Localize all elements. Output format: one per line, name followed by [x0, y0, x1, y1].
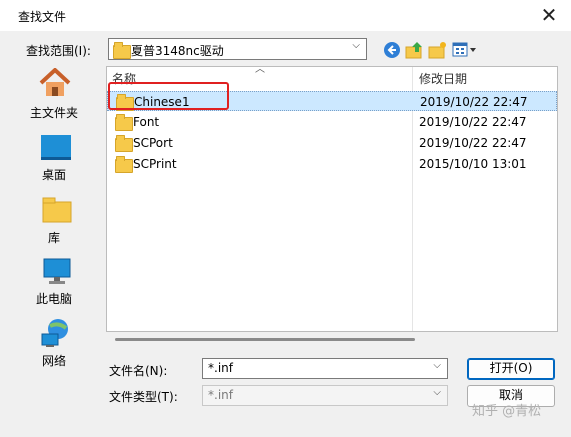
file-row[interactable]: SCPort 2019/10/22 22:47 — [107, 133, 557, 153]
place-computer[interactable]: 此电脑 — [6, 256, 102, 306]
up-folder-icon[interactable] — [405, 40, 423, 59]
title-bar — [0, 0, 571, 31]
find-file-dialog: 查找文件 ✕ 查找范围(I): 夏普3148nc驱动 ⌵ 主文件夹 桌面 库 此… — [0, 0, 571, 437]
folder-icon — [115, 156, 133, 173]
file-modified: 2019/10/22 22:47 — [419, 115, 527, 129]
folder-icon — [115, 114, 133, 131]
place-label: 桌面 — [41, 168, 66, 182]
place-network[interactable]: 网络 — [6, 318, 102, 368]
chevron-down-icon[interactable]: ⌵ — [433, 360, 441, 371]
network-icon — [41, 319, 68, 347]
new-folder-icon[interactable] — [428, 40, 446, 59]
column-header-modified[interactable]: 修改日期 — [419, 70, 467, 87]
lookin-value: 夏普3148nc驱动 — [131, 44, 224, 58]
chevron-down-icon: ⌵ — [433, 387, 441, 398]
place-label: 网络 — [41, 354, 66, 368]
file-name: Font — [133, 115, 160, 129]
scrollbar-thumb[interactable] — [115, 338, 415, 341]
open-button[interactable]: 打开(O) — [467, 358, 555, 380]
place-label: 此电脑 — [35, 292, 72, 306]
places-bar: 主文件夹 桌面 库 此电脑 网络 — [6, 66, 102, 376]
place-home[interactable]: 主文件夹 — [6, 66, 102, 124]
sort-ascending-icon: ︿ — [255, 64, 265, 75]
watermark: 知乎 @青松 — [472, 404, 542, 419]
window-title: 查找文件 — [18, 10, 67, 24]
horizontal-scrollbar[interactable] — [107, 336, 557, 344]
back-icon[interactable] — [383, 41, 401, 59]
folder-icon — [113, 42, 131, 59]
chevron-down-icon: ⌵ — [352, 40, 360, 51]
home-icon — [39, 68, 71, 96]
file-name: SCPort — [133, 136, 173, 150]
computer-icon — [43, 258, 71, 284]
place-label: 主文件夹 — [29, 106, 78, 120]
lookin-label: 查找范围(I): — [26, 44, 91, 58]
close-button[interactable]: ✕ — [536, 2, 562, 28]
folder-icon — [115, 135, 133, 152]
filetype-select[interactable]: *.inf ⌵ — [202, 385, 448, 406]
file-row[interactable]: Font 2019/10/22 22:47 — [107, 112, 557, 132]
place-label: 库 — [47, 231, 60, 245]
view-menu-icon[interactable] — [452, 41, 478, 59]
desktop-icon — [41, 135, 71, 160]
filename-label: 文件名(N): — [109, 364, 168, 378]
filetype-label: 文件类型(T): — [109, 390, 178, 404]
filename-input[interactable]: *.inf ⌵ — [202, 358, 448, 379]
place-desktop[interactable]: 桌面 — [6, 132, 102, 182]
file-name: SCPrint — [133, 157, 177, 171]
place-library[interactable]: 库 — [6, 196, 102, 245]
library-icon — [42, 197, 72, 223]
file-modified: 2019/10/22 22:47 — [419, 136, 527, 150]
highlight-annotation — [108, 82, 229, 110]
file-row[interactable]: SCPrint 2015/10/10 13:01 — [107, 154, 557, 174]
file-modified: 2015/10/10 13:01 — [419, 157, 527, 171]
filetype-value: *.inf — [208, 388, 233, 402]
lookin-combo[interactable]: 夏普3148nc驱动 ⌵ — [108, 38, 367, 60]
file-modified: 2019/10/22 22:47 — [420, 95, 528, 109]
filename-value: *.inf — [208, 361, 233, 375]
